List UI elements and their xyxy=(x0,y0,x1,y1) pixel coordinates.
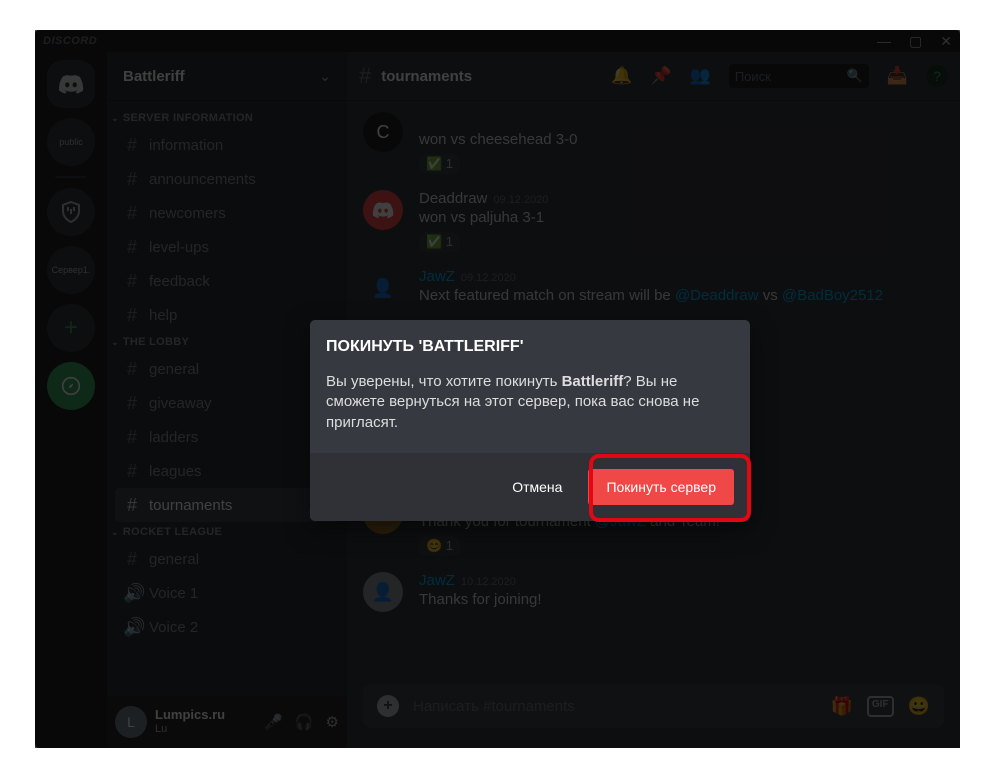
modal-text: Вы уверены, что хотите покинуть Battleri… xyxy=(326,372,734,433)
leave-server-button[interactable]: Покинуть сервер xyxy=(588,469,734,505)
modal-title: ПОКИНУТЬ 'BATTLERIFF' xyxy=(326,338,734,356)
cancel-button[interactable]: Отмена xyxy=(500,469,574,505)
leave-server-modal: ПОКИНУТЬ 'BATTLERIFF' Вы уверены, что хо… xyxy=(310,320,750,521)
